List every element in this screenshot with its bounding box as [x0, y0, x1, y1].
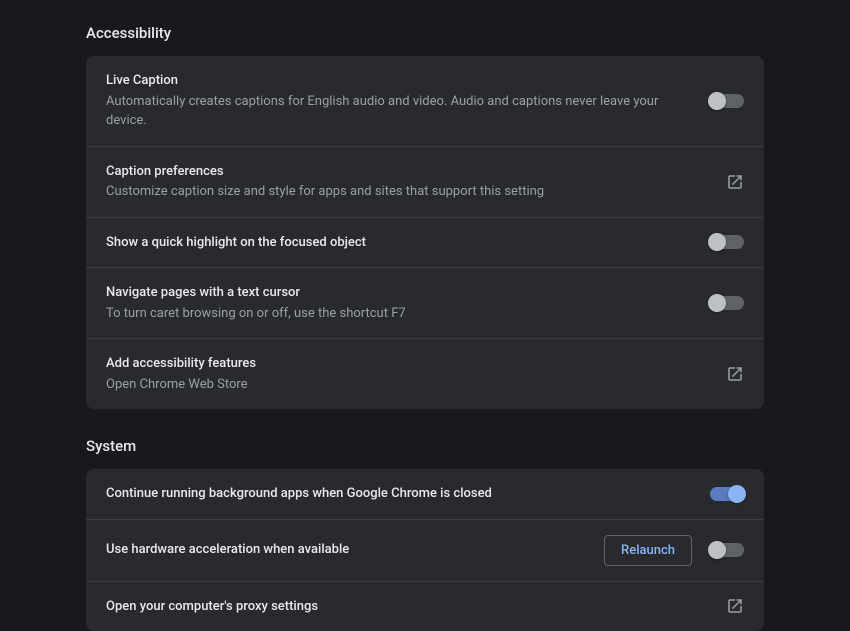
row-add-accessibility-features[interactable]: Add accessibility features Open Chrome W… [86, 339, 764, 409]
proxy-settings-title: Open your computer's proxy settings [106, 597, 714, 617]
caption-preferences-desc: Customize caption size and style for app… [106, 182, 714, 202]
caret-browsing-title: Navigate pages with a text cursor [106, 283, 698, 303]
external-link-icon[interactable] [726, 365, 744, 383]
row-live-caption: Live Caption Automatically creates capti… [86, 56, 764, 147]
row-caption-preferences[interactable]: Caption preferences Customize caption si… [86, 147, 764, 218]
caret-browsing-toggle[interactable] [710, 296, 744, 310]
caption-preferences-title: Caption preferences [106, 162, 714, 182]
external-link-icon[interactable] [726, 173, 744, 191]
section-heading-accessibility: Accessibility [86, 24, 764, 42]
row-focus-highlight: Show a quick highlight on the focused ob… [86, 218, 764, 269]
section-heading-system: System [86, 437, 764, 455]
add-features-title: Add accessibility features [106, 354, 714, 374]
row-proxy-settings[interactable]: Open your computer's proxy settings [86, 582, 764, 631]
focus-highlight-title: Show a quick highlight on the focused ob… [106, 233, 698, 253]
system-card: Continue running background apps when Go… [86, 469, 764, 631]
live-caption-desc: Automatically creates captions for Engli… [106, 92, 698, 131]
caret-browsing-desc: To turn caret browsing on or off, use th… [106, 304, 698, 324]
row-background-apps: Continue running background apps when Go… [86, 469, 764, 520]
background-apps-title: Continue running background apps when Go… [106, 484, 698, 504]
hardware-acceleration-toggle[interactable] [710, 543, 744, 557]
relaunch-button[interactable]: Relaunch [604, 535, 692, 566]
hardware-acceleration-title: Use hardware acceleration when available [106, 540, 592, 560]
background-apps-toggle[interactable] [710, 487, 744, 501]
accessibility-card: Live Caption Automatically creates capti… [86, 56, 764, 409]
live-caption-toggle[interactable] [710, 94, 744, 108]
row-caret-browsing: Navigate pages with a text cursor To tur… [86, 268, 764, 339]
live-caption-title: Live Caption [106, 71, 698, 91]
add-features-desc: Open Chrome Web Store [106, 375, 714, 395]
row-hardware-acceleration: Use hardware acceleration when available… [86, 520, 764, 582]
focus-highlight-toggle[interactable] [710, 235, 744, 249]
